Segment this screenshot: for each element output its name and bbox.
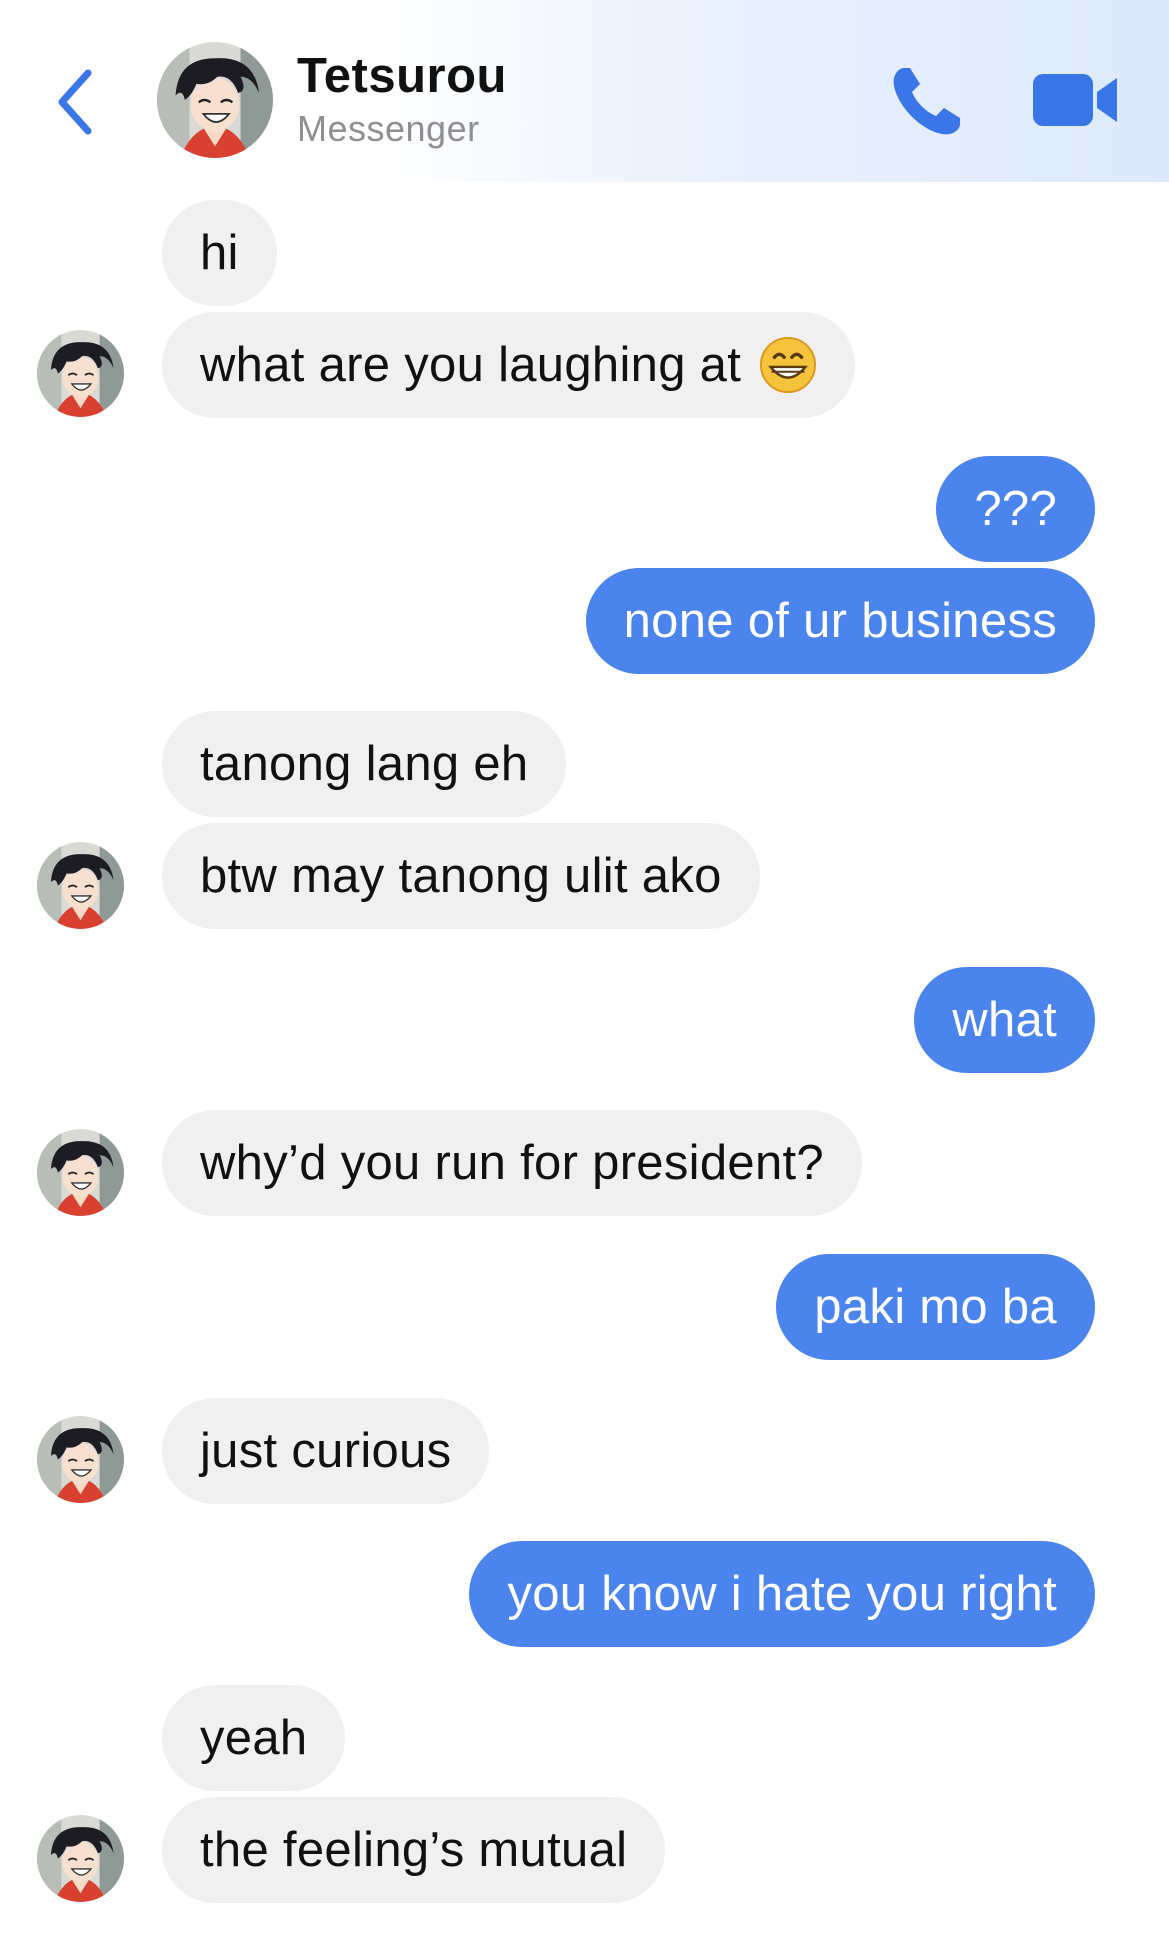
incoming-message[interactable]: just curious <box>162 1398 490 1504</box>
message-thread: hi what are you laughing at ??? none of … <box>0 0 1169 1939</box>
outgoing-message[interactable]: ??? <box>936 456 1095 562</box>
message-text: the feeling’s mutual <box>200 1823 628 1877</box>
outgoing-message[interactable]: what <box>914 967 1095 1073</box>
incoming-message[interactable]: why’d you run for president? <box>162 1110 862 1216</box>
message-text: what <box>952 993 1057 1047</box>
message-text: what are you laughing at <box>200 338 742 392</box>
message-text: yeah <box>200 1711 308 1765</box>
contact-avatar-small[interactable] <box>37 842 124 929</box>
contact-avatar-small[interactable] <box>37 1815 124 1902</box>
incoming-message[interactable]: hi <box>162 200 277 306</box>
contact-avatar-small[interactable] <box>37 330 124 417</box>
message-text: ??? <box>974 482 1057 536</box>
incoming-message[interactable]: what are you laughing at <box>162 312 856 418</box>
outgoing-message[interactable]: paki mo ba <box>776 1254 1095 1360</box>
message-text: hi <box>200 226 239 280</box>
message-text: you know i hate you right <box>507 1567 1057 1621</box>
grinning-face-icon <box>760 336 817 394</box>
message-text: none of ur business <box>623 594 1057 648</box>
incoming-message[interactable]: btw may tanong ulit ako <box>162 823 760 929</box>
outgoing-message[interactable]: you know i hate you right <box>469 1541 1095 1647</box>
message-text: why’d you run for president? <box>200 1136 824 1190</box>
message-text: just curious <box>200 1424 452 1478</box>
incoming-message[interactable]: the feeling’s mutual <box>162 1797 666 1903</box>
message-text: btw may tanong ulit ako <box>200 849 722 903</box>
incoming-message[interactable]: yeah <box>162 1685 346 1791</box>
outgoing-message[interactable]: none of ur business <box>585 568 1095 674</box>
incoming-message[interactable]: tanong lang eh <box>162 711 567 817</box>
contact-avatar-small[interactable] <box>37 1129 124 1216</box>
contact-avatar-small[interactable] <box>37 1416 124 1503</box>
message-text: paki mo ba <box>814 1280 1057 1334</box>
message-text: tanong lang eh <box>200 737 529 791</box>
